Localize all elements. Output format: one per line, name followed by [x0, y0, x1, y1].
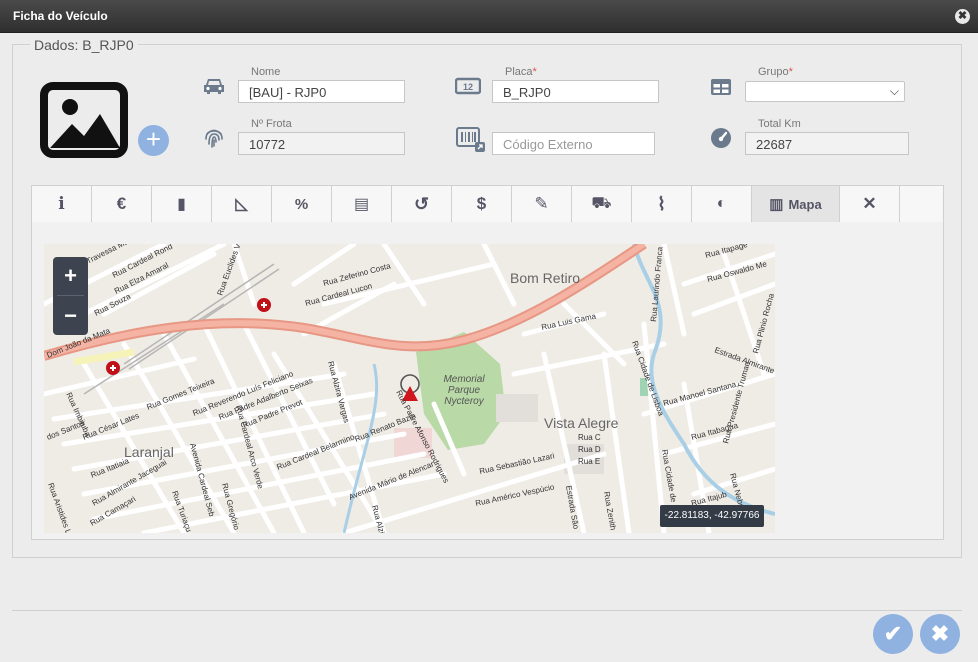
zoom-divider — [57, 295, 84, 296]
barcode-link-icon — [456, 127, 486, 153]
frota-label: Nº Frota — [251, 118, 292, 130]
map-place-label: Nycteroy — [444, 396, 484, 407]
group-table-icon — [710, 78, 732, 96]
placa-label: Placa* — [505, 66, 537, 78]
euro-icon: € — [116, 194, 127, 213]
map-place-label: Memorial — [443, 374, 485, 385]
tab-map[interactable]: ▥ Mapa — [752, 186, 840, 222]
map-place-label: Bom Retiro — [510, 270, 580, 286]
document-icon: ▤ — [353, 196, 370, 213]
close-icon[interactable]: ✖ — [955, 9, 970, 24]
hospital-icon — [106, 361, 120, 375]
map-canvas: Bom Retiro Vista Alegre Laranjal Memoria… — [44, 244, 775, 533]
chevron-down-icon: ⌵ — [889, 84, 899, 98]
street-label: Rua C — [578, 433, 601, 442]
tab-bar: i € ▮ ◺ % ▤ ↺ $ ✎ ⛟ ⌇ ◐ ▥ Mapa ✕ — [31, 185, 944, 223]
placa-input[interactable]: B_RJP0 — [492, 80, 659, 103]
tab-percent[interactable]: % — [272, 186, 332, 222]
tab-dollar[interactable]: $ — [452, 186, 512, 222]
book-icon: ▮ — [177, 196, 186, 213]
tab-ruler[interactable]: ◺ — [212, 186, 272, 222]
zoom-out-button[interactable]: − — [53, 297, 88, 335]
tab-book[interactable]: ▮ — [152, 186, 212, 222]
street-label: Rua E — [578, 457, 600, 466]
fieldset-legend: Dados: B_RJP0 — [30, 37, 138, 53]
add-photo-button[interactable]: + — [138, 125, 169, 156]
tab-toggle[interactable]: ◐ — [692, 186, 752, 222]
map-place-label: Parque — [448, 385, 481, 396]
grupo-label: Grupo* — [758, 66, 793, 78]
nome-label: Nome — [251, 66, 281, 78]
tab-info[interactable]: i — [32, 186, 92, 222]
tab-history[interactable]: ↺ — [392, 186, 452, 222]
tab-wrench[interactable]: ✎ — [512, 186, 572, 222]
fingerprint-icon — [204, 127, 224, 149]
tab-tools[interactable]: ✕ — [840, 186, 900, 222]
paperclip-icon: ⌇ — [657, 193, 666, 214]
image-placeholder-icon — [40, 82, 128, 158]
tools-icon: ✕ — [862, 194, 877, 213]
tab-euro[interactable]: € — [92, 186, 152, 222]
grupo-select[interactable]: ⌵ — [745, 81, 905, 102]
speedometer-icon — [710, 127, 732, 149]
tab-car[interactable]: ⛟ — [572, 186, 632, 222]
dollar-icon: $ — [476, 194, 487, 213]
zoom-in-button[interactable]: + — [53, 257, 88, 295]
percent-icon: % — [294, 195, 309, 213]
map-zoom-control: + − — [53, 257, 88, 335]
km-label: Total Km — [758, 118, 801, 130]
hospital-icon — [257, 298, 271, 312]
car-icon — [203, 77, 225, 95]
nome-input[interactable]: [BAU] - RJP0 — [238, 80, 405, 103]
confirm-button[interactable]: ✔ — [873, 614, 913, 654]
codigo-externo-input[interactable]: Código Externo — [492, 132, 655, 155]
map-view[interactable]: Bom Retiro Vista Alegre Laranjal Memoria… — [44, 244, 775, 533]
history-icon: ↺ — [413, 193, 430, 214]
tab-attachments[interactable]: ⌇ — [632, 186, 692, 222]
map-icon: ▥ — [769, 196, 784, 213]
footer-divider — [12, 610, 962, 611]
info-icon: i — [58, 194, 65, 214]
check-icon: ✔ — [883, 621, 903, 646]
tab-map-label: Mapa — [788, 196, 822, 212]
toggle-icon: ◐ — [716, 195, 727, 212]
cancel-button[interactable]: ✖ — [920, 614, 960, 654]
license-plate-icon: 12 — [455, 77, 481, 95]
km-input[interactable]: 22687 — [745, 132, 909, 155]
window-titlebar: Ficha do Veículo ✖ — [0, 0, 978, 33]
car-front-icon: ⛟ — [591, 195, 612, 212]
svg-text:12: 12 — [463, 82, 473, 92]
close-icon: ✖ — [930, 621, 950, 646]
frota-input[interactable]: 10772 — [238, 132, 405, 155]
ruler-triangle-icon: ◺ — [235, 196, 248, 213]
window-title: Ficha do Veículo — [13, 9, 108, 23]
coordinates-tooltip: -22.81183, -42.97766 — [660, 505, 764, 527]
tab-document[interactable]: ▤ — [332, 186, 392, 222]
map-place-label: Laranjal — [124, 444, 174, 460]
map-place-label: Vista Alegre — [544, 415, 619, 431]
street-label: Rua D — [578, 445, 601, 454]
wrench-icon: ✎ — [534, 194, 549, 213]
